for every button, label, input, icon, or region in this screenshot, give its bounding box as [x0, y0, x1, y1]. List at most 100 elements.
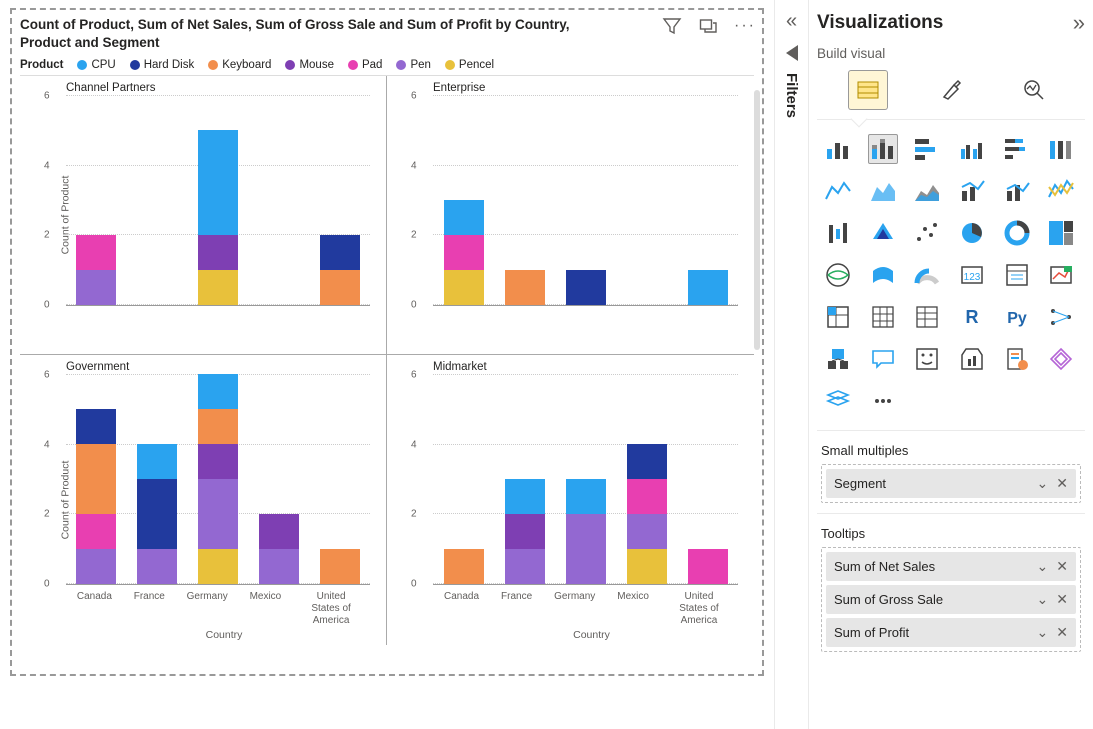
- field-pill[interactable]: Segment⌄✕: [826, 469, 1076, 498]
- viz-type-item[interactable]: [868, 344, 898, 374]
- viz-type-item[interactable]: [823, 386, 853, 416]
- bar-segment[interactable]: [505, 479, 545, 514]
- viz-type-item[interactable]: [957, 218, 987, 248]
- scroll-track[interactable]: [754, 90, 760, 350]
- viz-type-item[interactable]: [912, 176, 942, 206]
- bar-segment[interactable]: [259, 549, 299, 584]
- bar-segment[interactable]: [76, 270, 116, 305]
- bar-segment[interactable]: [444, 200, 484, 235]
- format-visual-tab[interactable]: [932, 71, 970, 109]
- chevron-down-icon[interactable]: ⌄: [1037, 475, 1049, 492]
- bar-segment[interactable]: [198, 374, 238, 409]
- viz-type-item[interactable]: [823, 260, 853, 290]
- bar-segment[interactable]: [137, 549, 177, 584]
- bar[interactable]: [505, 270, 545, 305]
- bar-segment[interactable]: [76, 549, 116, 584]
- legend-item[interactable]: Keyboard: [208, 59, 271, 71]
- bar[interactable]: [137, 444, 177, 584]
- bar-segment[interactable]: [198, 409, 238, 444]
- viz-type-item[interactable]: [1046, 218, 1076, 248]
- bar[interactable]: [505, 479, 545, 584]
- filter-icon[interactable]: [662, 16, 682, 36]
- bar-segment[interactable]: [76, 409, 116, 444]
- field-pill[interactable]: Sum of Net Sales⌄✕: [826, 552, 1076, 581]
- viz-type-item[interactable]: [823, 176, 853, 206]
- bar-segment[interactable]: [198, 235, 238, 270]
- bar-segment[interactable]: [444, 235, 484, 270]
- bar-segment[interactable]: [198, 270, 238, 305]
- bar-segment[interactable]: [627, 479, 667, 514]
- bar-segment[interactable]: [198, 444, 238, 479]
- bar-segment[interactable]: [259, 514, 299, 549]
- field-well[interactable]: Segment⌄✕: [821, 464, 1081, 503]
- plot-area[interactable]: 0246: [433, 375, 738, 585]
- viz-type-item[interactable]: [868, 218, 898, 248]
- bar-segment[interactable]: [627, 514, 667, 549]
- chevron-down-icon[interactable]: ⌄: [1037, 624, 1049, 641]
- legend-item[interactable]: Pencel: [445, 59, 494, 71]
- visual-frame[interactable]: Count of Product, Sum of Net Sales, Sum …: [10, 8, 764, 676]
- remove-field-icon[interactable]: ✕: [1056, 558, 1068, 575]
- viz-type-item[interactable]: [957, 344, 987, 374]
- bar[interactable]: [627, 444, 667, 584]
- viz-type-item[interactable]: [1002, 260, 1032, 290]
- bar-segment[interactable]: [627, 444, 667, 479]
- bar-segment[interactable]: [320, 270, 360, 305]
- viz-type-item[interactable]: [1046, 176, 1076, 206]
- focus-mode-icon[interactable]: [698, 16, 718, 36]
- legend-item[interactable]: Pen: [396, 59, 430, 71]
- bar[interactable]: [76, 235, 116, 305]
- viz-type-item[interactable]: [868, 260, 898, 290]
- viz-type-item[interactable]: [823, 344, 853, 374]
- viz-type-item[interactable]: [1046, 134, 1076, 164]
- viz-type-item[interactable]: [1002, 344, 1032, 374]
- bar[interactable]: [444, 549, 484, 584]
- bar[interactable]: [566, 479, 606, 584]
- bar-segment[interactable]: [627, 549, 667, 584]
- viz-type-item[interactable]: [1002, 218, 1032, 248]
- bar-segment[interactable]: [688, 549, 728, 584]
- bar-segment[interactable]: [198, 549, 238, 584]
- bar-segment[interactable]: [320, 235, 360, 270]
- chevron-down-icon[interactable]: ⌄: [1037, 558, 1049, 575]
- plot-area[interactable]: 0246: [433, 96, 738, 306]
- viz-type-item[interactable]: 123: [957, 260, 987, 290]
- viz-type-item[interactable]: [1046, 302, 1076, 332]
- plot-area[interactable]: 0246: [66, 375, 370, 585]
- bar-segment[interactable]: [76, 514, 116, 549]
- bar-segment[interactable]: [566, 514, 606, 584]
- bar-segment[interactable]: [444, 549, 484, 584]
- chevron-down-icon[interactable]: ⌄: [1037, 591, 1049, 608]
- legend-item[interactable]: Pad: [348, 59, 382, 71]
- viz-type-item[interactable]: [957, 134, 987, 164]
- viz-type-item[interactable]: [868, 176, 898, 206]
- build-visual-tab[interactable]: [849, 71, 887, 109]
- bar-segment[interactable]: [566, 270, 606, 305]
- viz-type-item[interactable]: [912, 302, 942, 332]
- remove-field-icon[interactable]: ✕: [1056, 591, 1068, 608]
- more-options-icon[interactable]: ···: [734, 17, 756, 35]
- field-pill[interactable]: Sum of Gross Sale⌄✕: [826, 585, 1076, 614]
- analytics-tab[interactable]: [1015, 71, 1053, 109]
- viz-type-item[interactable]: [868, 386, 898, 416]
- viz-type-item[interactable]: [868, 134, 898, 164]
- bar[interactable]: [688, 549, 728, 584]
- bar[interactable]: [688, 270, 728, 305]
- viz-type-item[interactable]: [912, 260, 942, 290]
- bar-segment[interactable]: [76, 444, 116, 514]
- bar-segment[interactable]: [137, 479, 177, 549]
- viz-type-item[interactable]: [1002, 176, 1032, 206]
- bar-segment[interactable]: [505, 270, 545, 305]
- bar-segment[interactable]: [505, 549, 545, 584]
- viz-type-item[interactable]: [1002, 134, 1032, 164]
- viz-type-item[interactable]: [823, 218, 853, 248]
- bar-segment[interactable]: [566, 479, 606, 514]
- viz-type-item[interactable]: [912, 218, 942, 248]
- viz-type-item[interactable]: Py: [1002, 302, 1032, 332]
- collapse-chevron-icon[interactable]: «: [786, 10, 797, 33]
- field-well[interactable]: Sum of Net Sales⌄✕Sum of Gross Sale⌄✕Sum…: [821, 547, 1081, 652]
- viz-type-item[interactable]: [823, 134, 853, 164]
- remove-field-icon[interactable]: ✕: [1056, 475, 1068, 492]
- bar[interactable]: [198, 130, 238, 305]
- bar[interactable]: [259, 514, 299, 584]
